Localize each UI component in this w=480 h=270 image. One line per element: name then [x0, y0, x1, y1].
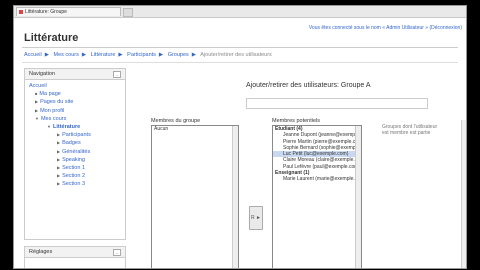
list-option[interactable]: Claire Moreau (claire@exemple.com): [273, 157, 361, 163]
nav-item-mypage[interactable]: ■ Ma page: [29, 90, 125, 98]
list-option[interactable]: Pierre Martin (pierre@exemple.com): [273, 139, 361, 145]
nav-item-label: Badges: [62, 140, 81, 147]
browser-tab-bar: Littérature: Groupe: [14, 6, 466, 18]
navigation-block-title: Navigation: [29, 71, 55, 77]
breadcrumb-participants[interactable]: Participants: [127, 52, 156, 58]
breadcrumb-arrow-icon: ▶: [81, 52, 87, 58]
content-heading: Ajouter/retirer des utilisateurs: Groupe…: [246, 82, 371, 89]
potential-listbox[interactable]: Étudiant (4) Jeanne Dupont (jeanne@exempl…: [272, 125, 362, 268]
browser-window: Littérature: Groupe Vous êtes connecté s…: [13, 5, 467, 269]
nav-item-home[interactable]: Accueil: [29, 82, 125, 90]
collapse-icon[interactable]: -: [113, 249, 121, 256]
collapse-icon[interactable]: -: [113, 71, 121, 78]
nav-item-label: Participants: [62, 132, 91, 139]
favicon-icon: [19, 10, 23, 14]
settings-block: Réglages -: [24, 246, 126, 268]
new-tab-button[interactable]: [123, 8, 133, 17]
expand-icon: ▶: [35, 107, 39, 113]
nav-item-topic[interactable]: ▶ Section 1: [29, 164, 125, 172]
nav-item-label: Littérature: [52, 124, 81, 131]
nav-item-profile[interactable]: ▶ Mon profil: [29, 107, 125, 115]
nav-item-label: Mon profil: [40, 107, 65, 114]
nav-item-label: Section 3: [62, 181, 86, 188]
expand-icon: ▶: [57, 148, 61, 154]
expand-icon: ▶: [57, 156, 61, 162]
navigation-block-header: Navigation -: [25, 69, 125, 80]
breadcrumb-arrow-icon: ▶: [118, 52, 123, 58]
breadcrumb-arrow-icon: ▶: [44, 52, 49, 58]
expand-icon: ▶: [57, 173, 61, 179]
members-label: Membres du groupe: [151, 118, 201, 124]
navigation-block: Navigation - Accueil ■ Ma page ▶ Pages du …: [24, 68, 126, 240]
expand-icon: ▶: [57, 181, 61, 187]
expand-icon: ▶: [57, 165, 61, 171]
potential-label: Membres potentiels: [272, 118, 320, 124]
login-info[interactable]: Vous êtes connecté sous le nom « Admin U…: [309, 25, 462, 31]
remove-button[interactable]: R ►: [249, 206, 263, 230]
membership-hint: Groupes dont l'utilisateur est membre es…: [382, 124, 438, 136]
page-title: Littérature: [24, 32, 79, 44]
list-option[interactable]: Jeanne Dupont (jeanne@exemple.com): [273, 132, 361, 138]
nav-item-label: Ma page: [39, 91, 61, 98]
breadcrumb-home[interactable]: Accueil: [24, 52, 42, 58]
nav-item-topic[interactable]: ▶ Speaking: [29, 156, 125, 164]
breadcrumb-course[interactable]: Littérature: [91, 52, 116, 58]
breadcrumb-divider: [22, 62, 458, 63]
nav-item-general[interactable]: ▶ Généralités: [29, 148, 125, 156]
bullet-icon: ■: [35, 91, 38, 97]
navigation-tree: Accueil ■ Ma page ▶ Pages du site ▶ Mon pro…: [25, 80, 125, 189]
header-divider: [22, 47, 458, 48]
nav-item-badges[interactable]: ▶ Badges: [29, 139, 125, 147]
list-option[interactable]: Marie Laurent (marie@exemple.com): [273, 176, 361, 182]
page-scrollbar[interactable]: [461, 120, 466, 268]
list-option[interactable]: Aucun: [152, 126, 238, 132]
browser-tab[interactable]: Littérature: Groupe: [16, 7, 121, 16]
members-listbox[interactable]: Aucun: [151, 125, 239, 268]
expand-icon: ▶: [35, 99, 39, 105]
nav-item-label: Speaking: [62, 156, 86, 163]
nav-item-label: Mes cours: [40, 115, 67, 122]
nav-item-label: Section 1: [62, 165, 86, 172]
nav-item-mycourses[interactable]: ▼ Mes cours: [29, 115, 125, 123]
breadcrumb-arrow-icon: ▶: [191, 52, 197, 58]
members-scrollbar[interactable]: [232, 126, 238, 268]
expand-icon: ▶: [57, 140, 61, 146]
breadcrumb-my-courses[interactable]: Mes cours: [54, 52, 79, 58]
collapse-arrow-icon: ▼: [47, 124, 51, 130]
breadcrumb-current: Ajouter/retirer des utilisateurs: [200, 52, 272, 58]
potential-scrollbar[interactable]: [355, 126, 361, 268]
collapse-arrow-icon: ▼: [35, 115, 39, 121]
nav-item-label: Section 2: [62, 173, 86, 180]
nav-item-course[interactable]: ▼ Littérature: [29, 123, 125, 131]
browser-tab-title: Littérature: Groupe: [25, 9, 67, 15]
nav-item-participants[interactable]: ▶ Participants: [29, 131, 125, 139]
nav-item-label: Généralités: [62, 148, 91, 155]
expand-icon: ▶: [57, 132, 61, 138]
settings-block-header: Réglages -: [25, 247, 125, 258]
nav-item-topic[interactable]: ▶ Section 2: [29, 172, 125, 180]
nav-item-label: Pages du site: [40, 99, 74, 106]
breadcrumb-groups[interactable]: Groupes: [168, 52, 189, 58]
nav-item-sitepages[interactable]: ▶ Pages du site: [29, 98, 125, 106]
breadcrumb: Accueil ▶ Mes cours ▶ Littérature ▶ Partici…: [24, 52, 272, 58]
filter-bar: [246, 98, 428, 109]
settings-block-title: Réglages: [29, 249, 53, 255]
breadcrumb-arrow-icon: ▶: [158, 52, 164, 58]
nav-item-topic[interactable]: ▶ Section 3: [29, 180, 125, 188]
